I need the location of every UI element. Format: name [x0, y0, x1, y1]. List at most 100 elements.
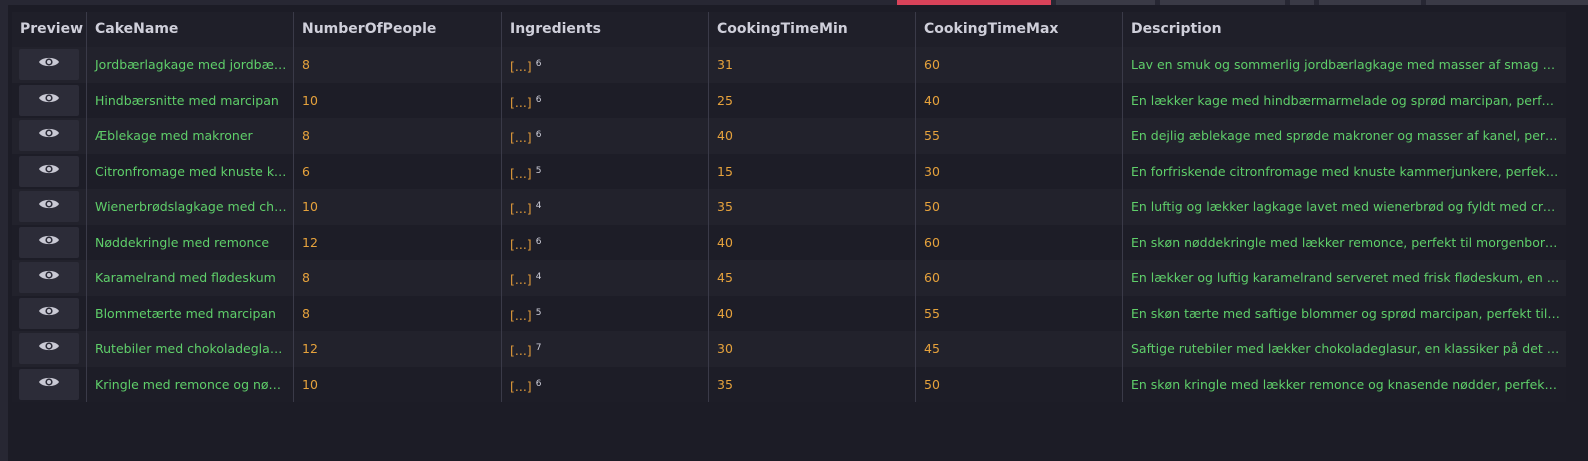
- eye-icon: [38, 367, 60, 403]
- description-cell[interactable]: En lækker kage med hindbærmarmelade og s…: [1123, 83, 1566, 119]
- ingredients-count-badge: 6: [535, 59, 542, 69]
- ingredients-count-badge: 6: [535, 94, 542, 105]
- eye-icon: [38, 260, 60, 296]
- cooking-time-max-cell: 45: [916, 331, 1123, 367]
- cake-name-cell[interactable]: Rutebiler med chokoladeglasur: [87, 331, 294, 367]
- cake-name-cell[interactable]: Hindbærsnitte med marcipan: [87, 82, 294, 118]
- cooking-time-min-cell: 35: [709, 189, 916, 225]
- cake-name-cell[interactable]: Wienerbrødslagkage med chokolade: [87, 189, 294, 225]
- ingredients-cell[interactable]: [...] 5: [502, 153, 709, 189]
- ingredients-cell[interactable]: [...] 6: [502, 224, 709, 260]
- column-header-numberofpeople[interactable]: NumberOfPeople: [294, 12, 502, 47]
- ingredients-count-badge: 4: [535, 201, 542, 211]
- preview-button[interactable]: [19, 296, 79, 332]
- preview-button[interactable]: [19, 260, 79, 296]
- description-cell[interactable]: En lækker og luftig karamelrand serveret…: [1123, 260, 1566, 296]
- preview-cell: [12, 82, 87, 118]
- ingredients-link[interactable]: [...]: [510, 201, 532, 216]
- ingredients-cell[interactable]: [...] 6: [502, 82, 709, 118]
- cooking-time-min-cell: 25: [709, 82, 916, 118]
- ingredients-cell[interactable]: [...] 4: [502, 260, 709, 296]
- ingredients-cell[interactable]: [...] 6: [502, 118, 709, 154]
- column-header-cakename[interactable]: CakeName: [87, 12, 294, 47]
- ingredients-link[interactable]: [...]: [510, 130, 532, 145]
- preview-button[interactable]: [19, 84, 79, 116]
- number-of-people-cell: 12: [294, 331, 502, 367]
- description-cell[interactable]: En skøn tærte med saftige blommer og spr…: [1123, 296, 1566, 332]
- preview-button[interactable]: [19, 367, 79, 403]
- preview-button[interactable]: [19, 155, 79, 187]
- cooking-time-min-cell: 30: [709, 331, 916, 367]
- eye-icon: [38, 47, 60, 83]
- cooking-time-min-cell: 40: [709, 295, 916, 331]
- ingredients-cell[interactable]: [...] 5: [502, 295, 709, 331]
- column-header-ingredients[interactable]: Ingredients: [502, 12, 709, 47]
- cake-name-cell[interactable]: Kringle med remonce og nødder: [87, 366, 294, 402]
- description-cell[interactable]: Saftige rutebiler med lækker chokoladegl…: [1123, 331, 1566, 367]
- table-row: Karamelrand med flødeskum 8 [...] 4 45 60…: [12, 260, 1566, 296]
- number-of-people-cell: 12: [294, 224, 502, 260]
- ingredients-link[interactable]: [...]: [510, 272, 532, 287]
- column-header-cookingtimemin[interactable]: CookingTimeMin: [709, 12, 916, 47]
- ingredients-link[interactable]: [...]: [510, 95, 532, 110]
- preview-cell: [12, 366, 87, 403]
- number-of-people-cell: 8: [294, 118, 502, 154]
- number-of-people-cell: 8: [294, 295, 502, 331]
- ingredients-cell[interactable]: [...] 6: [502, 47, 709, 83]
- cooking-time-max-cell: 60: [916, 47, 1123, 83]
- ingredients-cell[interactable]: [...] 6: [502, 366, 709, 402]
- ingredients-cell[interactable]: [...] 4: [502, 189, 709, 225]
- preview-cell: [12, 153, 87, 189]
- preview-button[interactable]: [19, 118, 79, 154]
- ingredients-link[interactable]: [...]: [510, 343, 532, 358]
- description-cell[interactable]: En forfriskende citronfromage med knuste…: [1123, 154, 1566, 190]
- cooking-time-max-cell: 60: [916, 224, 1123, 260]
- description-cell[interactable]: En skøn kringle med lækker remonce og kn…: [1123, 367, 1566, 403]
- description-cell[interactable]: Lav en smuk og sommerlig jordbærlagkage …: [1123, 47, 1566, 83]
- ingredients-link[interactable]: [...]: [510, 379, 532, 394]
- cake-name-cell[interactable]: Æblekage med makroner: [87, 118, 294, 154]
- cooking-time-max-cell: 55: [916, 295, 1123, 331]
- top-tab[interactable]: [1290, 0, 1314, 5]
- ingredients-count-badge: 6: [535, 130, 542, 140]
- cake-name-cell[interactable]: Blommetærte med marcipan: [87, 295, 294, 331]
- eye-icon: [38, 118, 60, 154]
- cake-name-cell[interactable]: Jordbærlagkage med jordbærcreme: [87, 47, 294, 83]
- table-row: Jordbærlagkage med jordbærcreme 8 [...]6…: [12, 47, 1566, 83]
- preview-cell: [12, 189, 87, 225]
- ingredients-cell[interactable]: [...] 7: [502, 331, 709, 367]
- column-header-description[interactable]: Description: [1123, 12, 1566, 47]
- table-row: Wienerbrødslagkage med chokolade 10 [...…: [12, 189, 1566, 225]
- ingredients-link[interactable]: [...]: [510, 237, 532, 252]
- description-cell[interactable]: En skøn nøddekringle med lækker remonce,…: [1123, 225, 1566, 261]
- cooking-time-max-cell: 60: [916, 260, 1123, 296]
- preview-button[interactable]: [19, 225, 79, 261]
- ingredients-link[interactable]: [...]: [510, 166, 532, 181]
- top-tab[interactable]: [1426, 0, 1588, 5]
- cake-name-cell[interactable]: Nøddekringle med remonce: [87, 224, 294, 260]
- cooking-time-max-cell: 50: [916, 366, 1123, 402]
- table-body: Jordbærlagkage med jordbærcreme 8 [...]6…: [12, 47, 1566, 402]
- preview-button[interactable]: [19, 191, 79, 223]
- preview-button[interactable]: [19, 333, 79, 365]
- top-tab[interactable]: [1160, 0, 1285, 5]
- column-header-cookingtimemax[interactable]: CookingTimeMax: [916, 12, 1123, 47]
- eye-icon: [38, 225, 60, 261]
- cake-name-cell[interactable]: Karamelrand med flødeskum: [87, 260, 294, 296]
- top-tab[interactable]: [1319, 0, 1421, 5]
- ingredients-link[interactable]: [...]: [510, 308, 532, 323]
- preview-cell: [12, 331, 87, 367]
- description-cell[interactable]: En luftig og lækker lagkage lavet med wi…: [1123, 189, 1566, 225]
- preview-button[interactable]: [19, 47, 79, 83]
- cake-data-grid: Preview CakeName NumberOfPeople Ingredie…: [12, 12, 1566, 402]
- column-header-preview[interactable]: Preview: [12, 12, 87, 47]
- eye-icon: [38, 296, 60, 332]
- description-cell[interactable]: En dejlig æblekage med sprøde makroner o…: [1123, 118, 1566, 154]
- ingredients-link[interactable]: [...]: [510, 59, 532, 74]
- top-tab[interactable]: [1056, 0, 1155, 5]
- table-row: Nøddekringle med remonce 12 [...] 6 40 60…: [12, 224, 1566, 261]
- cake-name-cell[interactable]: Citronfromage med knuste kammerjunkere: [87, 153, 294, 189]
- left-edge: [0, 0, 8, 461]
- top-tab-active[interactable]: [897, 0, 1051, 5]
- number-of-people-cell: 8: [294, 47, 502, 83]
